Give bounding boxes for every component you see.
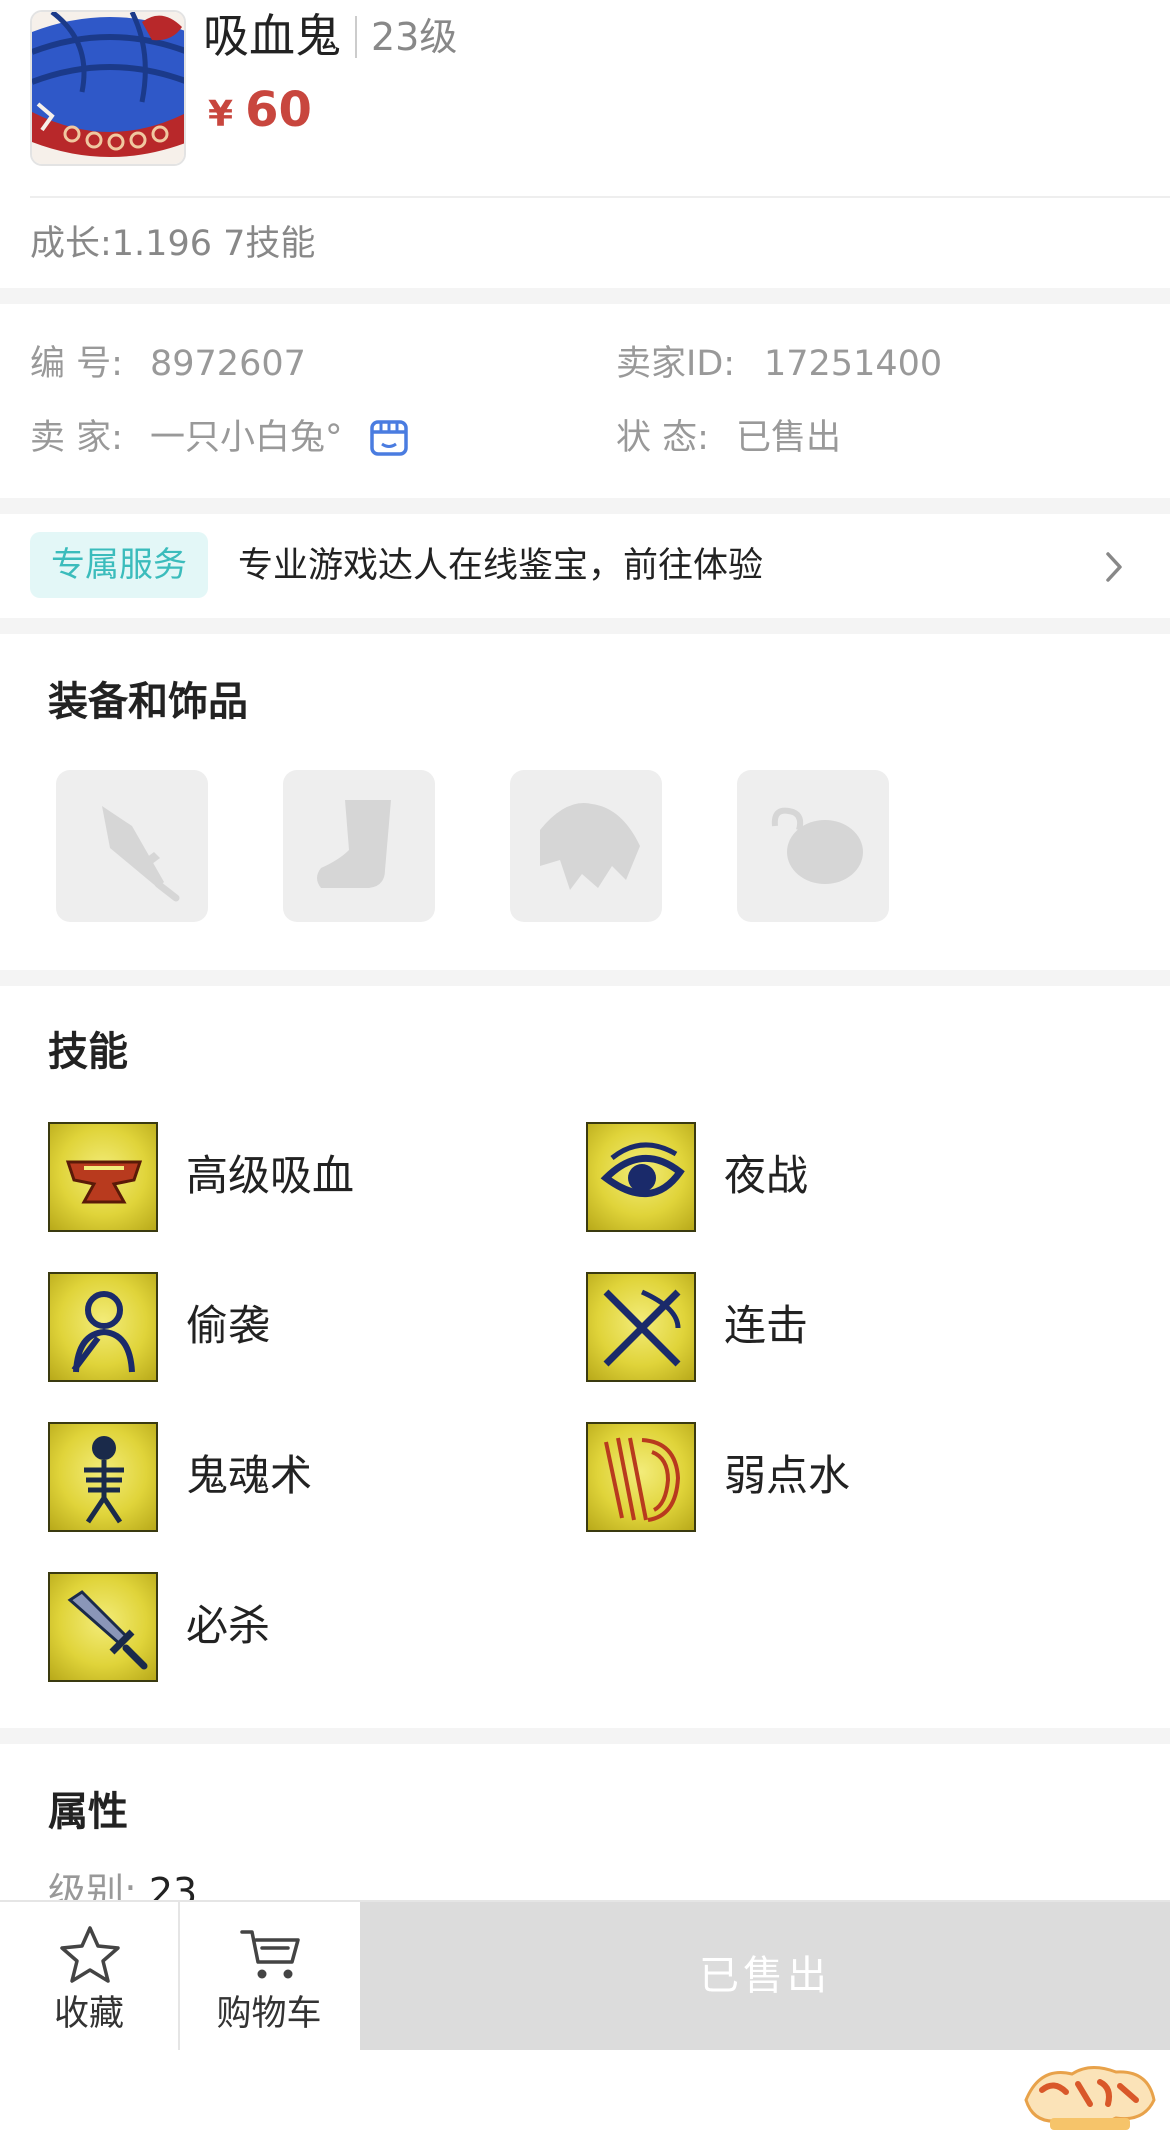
pet-avatar[interactable] [30,10,186,166]
equip-slot-weapon[interactable] [56,770,208,922]
id-value: 8972607 [150,344,306,384]
ghost-spell-icon [48,1422,158,1532]
cart-button[interactable]: 购物车 [180,1902,358,2050]
section-gap [0,498,1170,514]
item-header: 吸血鬼 23级 ¥60 [0,0,1170,196]
chevron-right-icon [1106,552,1122,582]
price-currency: ¥ [208,94,234,135]
accessory-icon [771,807,863,884]
pet-name: 吸血鬼 [203,9,341,63]
service-text: 专业游戏达人在线鉴宝，前往体验 [238,546,764,586]
section-gap [0,1728,1170,1744]
id-label: 编 号: [30,344,123,384]
night-battle-icon [586,1122,696,1232]
seller-id-value: 17251400 [764,344,943,384]
seller-value[interactable]: 一只小白兔° [150,414,343,462]
skill-name: 鬼魂术 [186,1451,313,1500]
sneak-attack-icon [48,1272,158,1382]
favorite-label: 收藏 [53,1994,124,2034]
skill-item[interactable]: 夜战 [586,1122,1086,1232]
exclusive-service-row[interactable]: 专属服务 专业游戏达人在线鉴宝，前往体验 [0,514,1170,618]
skill-name: 偷袭 [186,1301,271,1350]
bottom-action-bar: 收藏 购物车 已售出 [0,1900,1170,2050]
section-gap [0,618,1170,634]
critical-strike-icon [48,1572,158,1682]
skill-name: 弱点水 [724,1451,851,1500]
seller-id-label: 卖家ID: [616,344,736,384]
cart-label: 购物车 [216,1994,322,2034]
equipment-title: 装备和饰品 [48,679,248,725]
star-icon [60,1926,120,1983]
status-label: 状 态: [616,418,709,458]
service-badge: 专属服务 [30,532,208,598]
title-divider [355,16,357,58]
game-logo-watermark [1024,2066,1156,2130]
armor-icon [540,803,640,890]
cart-icon [240,1930,300,1979]
water-weakness-icon [586,1422,696,1532]
skill-name: 连击 [724,1301,809,1350]
shop-icon[interactable] [368,418,410,458]
skill-name: 高级吸血 [186,1151,355,1200]
attributes-title: 属性 [48,1789,128,1835]
sold-out-button[interactable]: 已售出 [360,1902,1170,2050]
weapon-icon [102,806,180,902]
divider [30,196,1170,198]
skill-item[interactable]: 必杀 [48,1572,548,1682]
section-gap [0,288,1170,304]
pet-level: 23级 [371,15,458,59]
skill-item[interactable]: 偷袭 [48,1272,548,1382]
equip-slot-boots[interactable] [283,770,435,922]
growth-info: 成长:1.196 7技能 [30,224,316,264]
skills-title: 技能 [48,1029,128,1075]
status-value: 已售出 [736,418,842,458]
skill-item[interactable]: 高级吸血 [48,1122,548,1232]
favorite-button[interactable]: 收藏 [0,1902,178,2050]
section-gap [0,970,1170,986]
skill-name: 夜战 [724,1151,809,1200]
equip-slot-accessory[interactable] [737,770,889,922]
seller-label: 卖 家: [30,418,123,458]
price: ¥60 [208,78,312,153]
combo-attack-icon [586,1272,696,1382]
equip-slot-armor[interactable] [510,770,662,922]
boot-icon [317,800,391,888]
skill-item[interactable]: 鬼魂术 [48,1422,548,1532]
skill-name: 必杀 [186,1601,271,1650]
advanced-lifesteal-icon [48,1122,158,1232]
price-value: 60 [245,82,312,138]
skill-item[interactable]: 连击 [586,1272,1086,1382]
skill-item[interactable]: 弱点水 [586,1422,1086,1532]
